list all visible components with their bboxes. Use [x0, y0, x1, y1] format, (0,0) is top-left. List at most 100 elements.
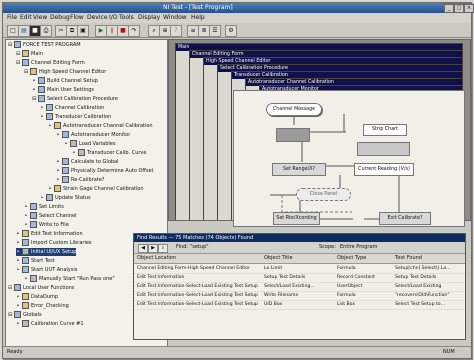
menu-flow[interactable]: Flow: [70, 14, 84, 21]
tree-item[interactable]: • Re-Calibrate?: [56, 176, 104, 184]
tree-item[interactable]: • Write to File: [24, 221, 69, 229]
results-back-icon[interactable]: ◀: [138, 244, 148, 253]
tree-item[interactable]: ⊟ Channel Editing Form: [16, 59, 85, 67]
tree-item[interactable]: • Calculate to Global: [56, 158, 119, 166]
collapse-icon[interactable]: ⊟: [16, 50, 20, 58]
bullet-icon[interactable]: •: [56, 158, 60, 166]
menu-device[interactable]: Device: [87, 14, 108, 21]
tree-item[interactable]: • Start UUT Analysis: [16, 266, 77, 274]
bullet-icon[interactable]: •: [40, 113, 44, 121]
align-right-icon[interactable]: ☰: [209, 25, 221, 37]
tree-item[interactable]: • Strain Gage Channel Calibration: [48, 185, 144, 193]
bullet-icon[interactable]: •: [64, 140, 68, 148]
bullet-icon[interactable]: •: [16, 230, 20, 238]
tree-item[interactable]: • Calibration Curve #1: [16, 320, 84, 328]
result-row[interactable]: Edit Test Information-Select-Load Existi…: [134, 292, 465, 301]
menu-view[interactable]: View: [33, 14, 47, 21]
flow-node-strip-chart[interactable]: Strip Chart: [363, 124, 407, 136]
menu-edit[interactable]: Edit: [20, 14, 32, 21]
scope-value[interactable]: Entire Program: [340, 244, 377, 251]
bullet-icon[interactable]: •: [56, 131, 60, 139]
menu-file[interactable]: File: [7, 14, 17, 21]
flow-node-close-panel[interactable]: Close Panel: [296, 188, 351, 201]
tree-item[interactable]: • Update Status: [40, 194, 91, 202]
tree-item[interactable]: • Start Test: [16, 257, 55, 265]
bullet-icon[interactable]: •: [16, 302, 20, 310]
tree-item[interactable]: • Channel Calibration: [40, 104, 104, 112]
bullet-icon[interactable]: •: [16, 239, 20, 247]
tree-item[interactable]: • Load Variables: [64, 140, 115, 148]
collapse-icon[interactable]: ⊟: [24, 68, 28, 76]
close-button[interactable]: ×: [464, 4, 474, 13]
maximize-button[interactable]: □: [454, 4, 464, 13]
tree-item[interactable]: • Error_Checking: [16, 302, 69, 310]
bullet-icon[interactable]: •: [32, 86, 36, 94]
results-find-icon[interactable]: ⌕: [158, 244, 168, 253]
menu-io[interactable]: I/O: [109, 14, 118, 21]
bullet-icon[interactable]: •: [48, 185, 52, 193]
menu-display[interactable]: Display: [138, 14, 160, 21]
collapse-icon[interactable]: ⊟: [8, 284, 12, 292]
tree-item[interactable]: • Set Limits: [24, 203, 64, 211]
tree-item[interactable]: • Main User Settings: [32, 86, 94, 94]
results-col-text[interactable]: Text Found: [395, 255, 422, 261]
bullet-icon[interactable]: •: [48, 122, 52, 130]
flow-node-channel-message[interactable]: Channel Message: [266, 103, 322, 116]
menu-debug[interactable]: Debug: [50, 14, 70, 21]
tree-item[interactable]: • Autotransducer Channel Calibration: [48, 122, 153, 130]
tree-item[interactable]: • Autotransducer Monitor: [56, 131, 130, 139]
result-row[interactable]: Channel Editing Form-High Speed Channel …: [134, 265, 465, 274]
bullet-icon[interactable]: •: [16, 293, 20, 301]
flow-node-set-range[interactable]: Set Range/X?: [272, 163, 326, 176]
bullet-icon[interactable]: •: [32, 77, 36, 85]
tree-item[interactable]: • Select Channel: [24, 212, 77, 220]
tree-item[interactable]: • Transducer Calib. Curve: [72, 149, 146, 157]
bullet-icon[interactable]: •: [24, 212, 28, 220]
step-icon[interactable]: ↷: [128, 25, 140, 37]
tree-item[interactable]: • Manually Start "Run Pass one": [24, 275, 115, 283]
flow-node-gray-2[interactable]: [357, 142, 410, 156]
bullet-icon[interactable]: •: [40, 104, 44, 112]
flow-node-current-reading[interactable]: Current Reading (V/s): [354, 163, 414, 176]
results-forward-icon[interactable]: ▶: [148, 244, 158, 253]
results-col-title[interactable]: Object Title: [264, 255, 293, 261]
menu-help[interactable]: Help: [191, 14, 205, 21]
paste-icon[interactable]: ▣: [77, 25, 89, 37]
tree-item[interactable]: • DataDump: [16, 293, 58, 301]
flow-node-dark-1[interactable]: [276, 128, 310, 142]
flow-node-exit-calibrate[interactable]: Exit Calibrate?: [379, 212, 431, 225]
bullet-icon[interactable]: •: [16, 320, 20, 328]
result-row[interactable]: Edit Test Information-Select-Load Existi…: [134, 283, 465, 292]
bullet-icon[interactable]: •: [56, 167, 60, 175]
print-icon[interactable]: ⎙: [40, 25, 52, 37]
bullet-icon[interactable]: •: [72, 149, 76, 157]
bullet-icon[interactable]: •: [16, 257, 20, 265]
tree-item[interactable]: ⊟ Main: [16, 50, 43, 58]
collapse-icon[interactable]: ⊟: [16, 59, 20, 67]
help-icon[interactable]: ?: [170, 25, 182, 37]
settings-icon[interactable]: ⚙: [225, 25, 237, 37]
tree-item[interactable]: ⊟ FORCE TEST PROGRAM: [8, 41, 81, 49]
menu-tools[interactable]: Tools: [119, 14, 134, 21]
tree-item[interactable]: ⊟ High Speed Channel Editor: [24, 68, 106, 76]
bullet-icon[interactable]: •: [16, 248, 20, 256]
tree-item[interactable]: • Transducer Calibration: [40, 113, 111, 121]
tree-item[interactable]: • Initial UI/UX Setup: [16, 248, 77, 256]
collapse-icon[interactable]: ⊟: [8, 311, 12, 319]
flow-node-set-rte[interactable]: Set Rte/Xcording: [273, 212, 320, 225]
collapse-icon[interactable]: ⊟: [32, 95, 36, 103]
tree-item[interactable]: • Physically Determine Auto Offset: [56, 167, 154, 175]
menu-window[interactable]: Window: [163, 14, 187, 21]
bullet-icon[interactable]: •: [24, 221, 28, 229]
bullet-icon[interactable]: •: [24, 275, 28, 283]
tree-item[interactable]: • Edit Test Information: [16, 230, 83, 238]
find-value[interactable]: "setup": [190, 244, 209, 251]
bullet-icon[interactable]: •: [40, 194, 44, 202]
tree-item[interactable]: ⊟ Globals: [8, 311, 42, 319]
bullet-icon[interactable]: •: [56, 176, 60, 184]
result-row[interactable]: Edit Test Information Setup Test Details R…: [134, 274, 465, 283]
results-col-location[interactable]: Object Location: [137, 255, 176, 261]
tree-item[interactable]: ⊟ Local User Functions: [8, 284, 74, 292]
results-col-type[interactable]: Object Type: [337, 255, 366, 261]
minimize-button[interactable]: _: [444, 4, 454, 13]
